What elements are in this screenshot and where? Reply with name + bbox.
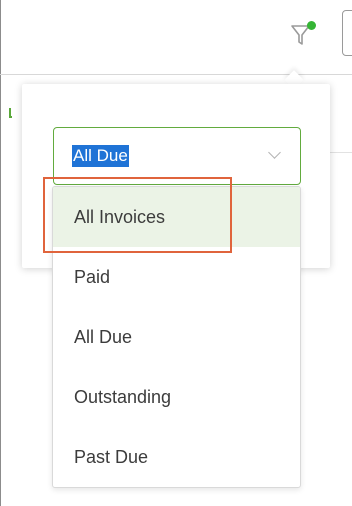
- checkmark-icon: [9, 108, 12, 118]
- funnel-icon: [291, 25, 310, 45]
- option-all-due[interactable]: All Due: [53, 307, 300, 367]
- option-paid[interactable]: Paid: [53, 247, 300, 307]
- option-all-invoices[interactable]: All Invoices: [53, 187, 300, 247]
- toolbar-button-partial[interactable]: [342, 10, 352, 56]
- app-frame: All Due All Invoices Paid All Due Outsta…: [0, 0, 352, 506]
- option-outstanding[interactable]: Outstanding: [53, 367, 300, 427]
- select-options-list: All Invoices Paid All Due Outstanding Pa…: [52, 186, 301, 488]
- chevron-down-icon: [268, 146, 281, 159]
- select-value: All Due: [72, 145, 129, 167]
- frame-border: [0, 0, 1, 506]
- filter-button[interactable]: [288, 18, 322, 52]
- invoice-status-select[interactable]: All Due: [53, 127, 301, 185]
- option-past-due[interactable]: Past Due: [53, 427, 300, 487]
- filter-active-indicator: [307, 21, 316, 30]
